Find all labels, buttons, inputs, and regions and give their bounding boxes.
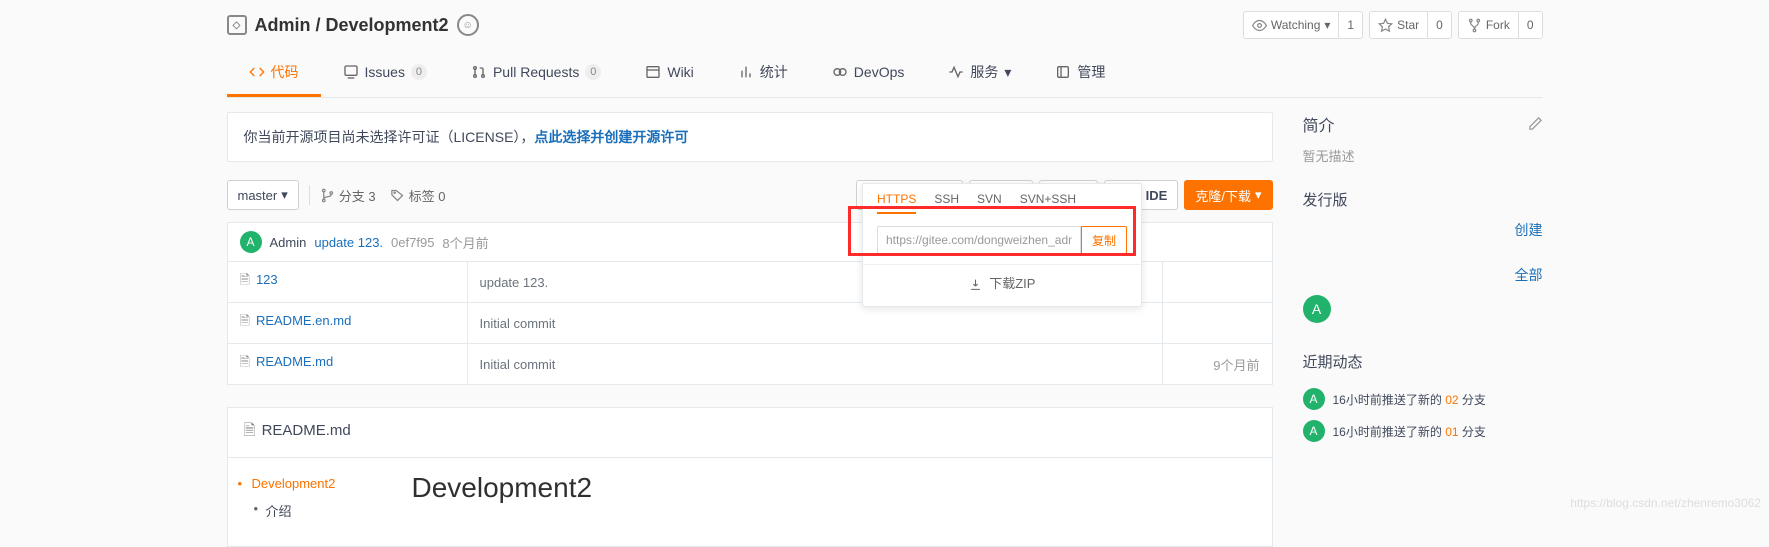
file-name[interactable]: 🗎README.md	[227, 344, 467, 385]
file-time: 9个月前	[1162, 344, 1272, 385]
watermark: https://blog.csdn.net/zhenremo3062	[1570, 496, 1761, 510]
clone-popover: HTTPS SSH SVN SVN+SSH 复制 下载ZIP	[862, 183, 1142, 307]
contributor-avatar[interactable]: A	[1303, 295, 1331, 323]
issue-icon	[343, 64, 359, 80]
devops-icon	[832, 64, 848, 80]
file-time	[1162, 303, 1272, 344]
star-icon	[1378, 18, 1393, 33]
star-count: 0	[1427, 12, 1451, 38]
branches-link[interactable]: 分支 3	[320, 186, 376, 205]
release-create[interactable]: 创建	[1515, 222, 1543, 238]
readme-header: 🗎README.md	[228, 408, 1272, 458]
download-icon	[969, 278, 982, 291]
watch-count: 1	[1338, 12, 1362, 38]
tag-icon	[390, 188, 405, 203]
file-time	[1162, 262, 1272, 303]
proto-ssh[interactable]: SSH	[934, 192, 959, 214]
commit-time: 8个月前	[442, 233, 488, 252]
tab-code[interactable]: 代码	[227, 52, 321, 97]
repo-title: ◇ Admin / Development2 ☺	[227, 14, 479, 36]
code-icon	[249, 64, 265, 80]
avatar: A	[1303, 388, 1325, 410]
pr-icon	[471, 64, 487, 80]
toc-item[interactable]: Development2	[252, 476, 378, 491]
proto-svn[interactable]: SVN	[977, 192, 1002, 214]
copy-button[interactable]: 复制	[1081, 226, 1127, 254]
wiki-icon	[645, 64, 661, 80]
commit-sha[interactable]: 0ef7f95	[391, 235, 434, 250]
tab-devops[interactable]: DevOps	[810, 52, 927, 97]
repo-icon: ◇	[227, 15, 247, 35]
star-button[interactable]: Star	[1370, 18, 1427, 33]
file-name[interactable]: 🗎123	[227, 262, 467, 303]
activity-item[interactable]: A 16小时前推送了新的 02 分支	[1303, 388, 1543, 410]
toc-item[interactable]: 介绍	[266, 501, 378, 520]
face-icon: ☺	[457, 14, 479, 36]
tab-issues[interactable]: Issues0	[321, 52, 449, 97]
tab-pr[interactable]: Pull Requests0	[449, 52, 623, 97]
file-row: 🗎README.md Initial commit 9个月前	[227, 344, 1272, 385]
file-row: 🗎README.en.md Initial commit	[227, 303, 1272, 344]
readme-h1: Development2	[412, 472, 1248, 504]
commit-message[interactable]: update 123.	[314, 235, 383, 250]
file-name[interactable]: 🗎README.en.md	[227, 303, 467, 344]
proto-https[interactable]: HTTPS	[877, 192, 916, 214]
license-link[interactable]: 点此选择并创建开源许可	[534, 129, 688, 145]
commit-author[interactable]: Admin	[270, 235, 307, 250]
proto-svnssh[interactable]: SVN+SSH	[1020, 192, 1076, 214]
intro-heading: 简介	[1303, 112, 1335, 136]
avatar: A	[1303, 420, 1325, 442]
license-alert: 你当前开源项目尚未选择许可证（LICENSE），点此选择并创建开源许可	[227, 112, 1273, 162]
file-msg[interactable]: Initial commit	[467, 344, 1162, 385]
contrib-all[interactable]: 全部	[1515, 265, 1543, 285]
file-msg[interactable]: Initial commit	[467, 303, 1162, 344]
pulse-icon	[948, 64, 964, 80]
download-zip[interactable]: 下载ZIP	[863, 264, 1141, 302]
fork-icon	[1467, 18, 1482, 33]
avatar: A	[240, 231, 262, 253]
clone-url-input[interactable]	[877, 226, 1081, 254]
clone-button[interactable]: 克隆/下载 ▾	[1184, 180, 1272, 210]
release-heading: 发行版	[1303, 189, 1348, 210]
watch-button[interactable]: Watching ▾	[1244, 18, 1339, 33]
branch-icon	[320, 188, 335, 203]
eye-icon	[1252, 18, 1267, 33]
fork-count: 0	[1518, 12, 1542, 38]
activity-heading: 近期动态	[1303, 351, 1363, 372]
tab-services[interactable]: 服务 ▾	[926, 52, 1033, 97]
tags-link[interactable]: 标签 0	[390, 186, 446, 205]
fork-button[interactable]: Fork	[1459, 18, 1518, 33]
activity-item[interactable]: A 16小时前推送了新的 01 分支	[1303, 420, 1543, 442]
edit-icon[interactable]	[1528, 115, 1543, 133]
stats-icon	[738, 64, 754, 80]
branch-select[interactable]: master ▾	[227, 180, 299, 210]
tab-stats[interactable]: 统计	[716, 52, 810, 97]
tab-wiki[interactable]: Wiki	[623, 52, 715, 97]
intro-empty: 暂无描述	[1303, 146, 1543, 165]
tab-manage[interactable]: 管理	[1033, 52, 1127, 97]
manage-icon	[1055, 64, 1071, 80]
